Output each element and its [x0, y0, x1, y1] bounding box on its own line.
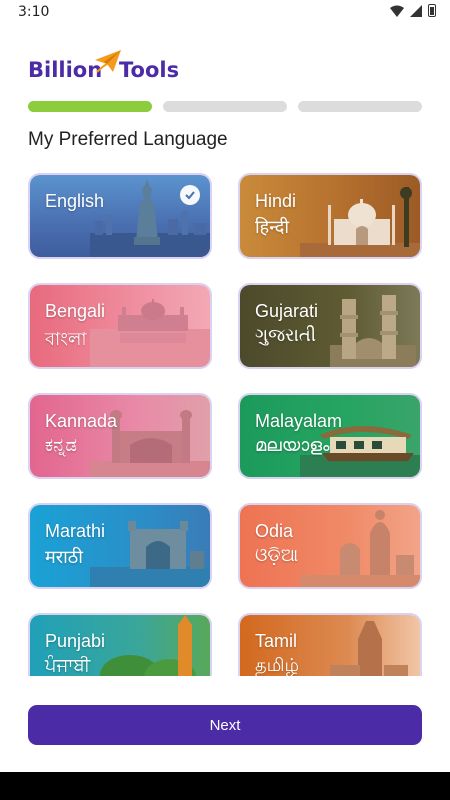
punjab-landscape-image [100, 615, 196, 676]
language-card-odia[interactable]: Odia ଓଡ଼ିଆ [238, 503, 422, 589]
language-card-kannada[interactable]: Kannada ಕನ್ನಡ [28, 393, 212, 479]
language-native-name: മലയാളം [255, 435, 330, 456]
language-name: Kannada [45, 411, 118, 431]
language-card-gujarati[interactable]: Gujarati ગુજરાતી [238, 283, 422, 369]
language-list[interactable]: English Hindi हिन्दी Bengali বাংলা Gujar… [0, 170, 450, 676]
onboarding-progress [28, 101, 422, 112]
progress-step-3 [298, 101, 422, 112]
language-card-bengali[interactable]: Bengali বাংলা [28, 283, 212, 369]
taj-mahal-image [300, 187, 420, 257]
victoria-memorial-image [90, 299, 210, 367]
status-icons [390, 4, 436, 17]
wifi-icon [390, 5, 404, 17]
progress-step-1 [28, 101, 152, 112]
language-card-english[interactable]: English [28, 173, 212, 259]
page-title: My Preferred Language [28, 129, 228, 150]
language-name: Tamil [255, 631, 298, 651]
checkmark-icon [180, 185, 200, 205]
language-native-name: हिन्दी [255, 217, 290, 238]
language-native-name: मराठी [45, 547, 83, 568]
lingaraj-temple-image [300, 510, 420, 587]
language-card-malayalam[interactable]: Malayalam മലയാളം [238, 393, 422, 479]
logo-text-billion: Billion [28, 58, 103, 82]
language-name: Bengali [45, 301, 106, 321]
language-native-name: ਪੰਜਾਬੀ [45, 655, 91, 676]
gateway-of-india-image [90, 521, 210, 587]
logo-text-tools: Tools [119, 58, 180, 82]
language-native-name: தமிழ் [255, 655, 299, 676]
progress-step-2 [163, 101, 287, 112]
language-name: Gujarati [255, 301, 319, 321]
language-card-marathi[interactable]: Marathi मराठी [28, 503, 212, 589]
language-name: Odia [255, 521, 294, 541]
language-name: Punjabi [45, 631, 106, 651]
language-card-punjabi[interactable]: Punjabi ਪੰਜਾਬੀ [28, 613, 212, 676]
language-name: Hindi [255, 191, 297, 211]
status-time: 3:10 [18, 4, 50, 20]
status-bar: 3:10 [0, 0, 450, 26]
battery-icon [428, 4, 436, 17]
language-native-name: ଓଡ଼ିଆ [255, 545, 299, 566]
gol-gumbaz-image [90, 410, 210, 477]
language-native-name: বাংলা [45, 329, 87, 350]
mosque-minaret-image [330, 295, 416, 367]
brihadeeswarar-temple-image [330, 621, 408, 676]
language-native-name: ગુજરાતી [255, 325, 316, 346]
signal-icon [410, 4, 422, 17]
language-card-tamil[interactable]: Tamil தமிழ் [238, 613, 422, 676]
language-card-hindi[interactable]: Hindi हिन्दी [238, 173, 422, 259]
system-nav-bar [0, 772, 450, 800]
language-name: English [45, 191, 105, 211]
language-name: Malayalam [255, 411, 343, 431]
next-button[interactable]: Next [28, 705, 422, 745]
language-native-name: ಕನ್ನಡ [45, 435, 78, 456]
language-name: Marathi [45, 521, 106, 541]
